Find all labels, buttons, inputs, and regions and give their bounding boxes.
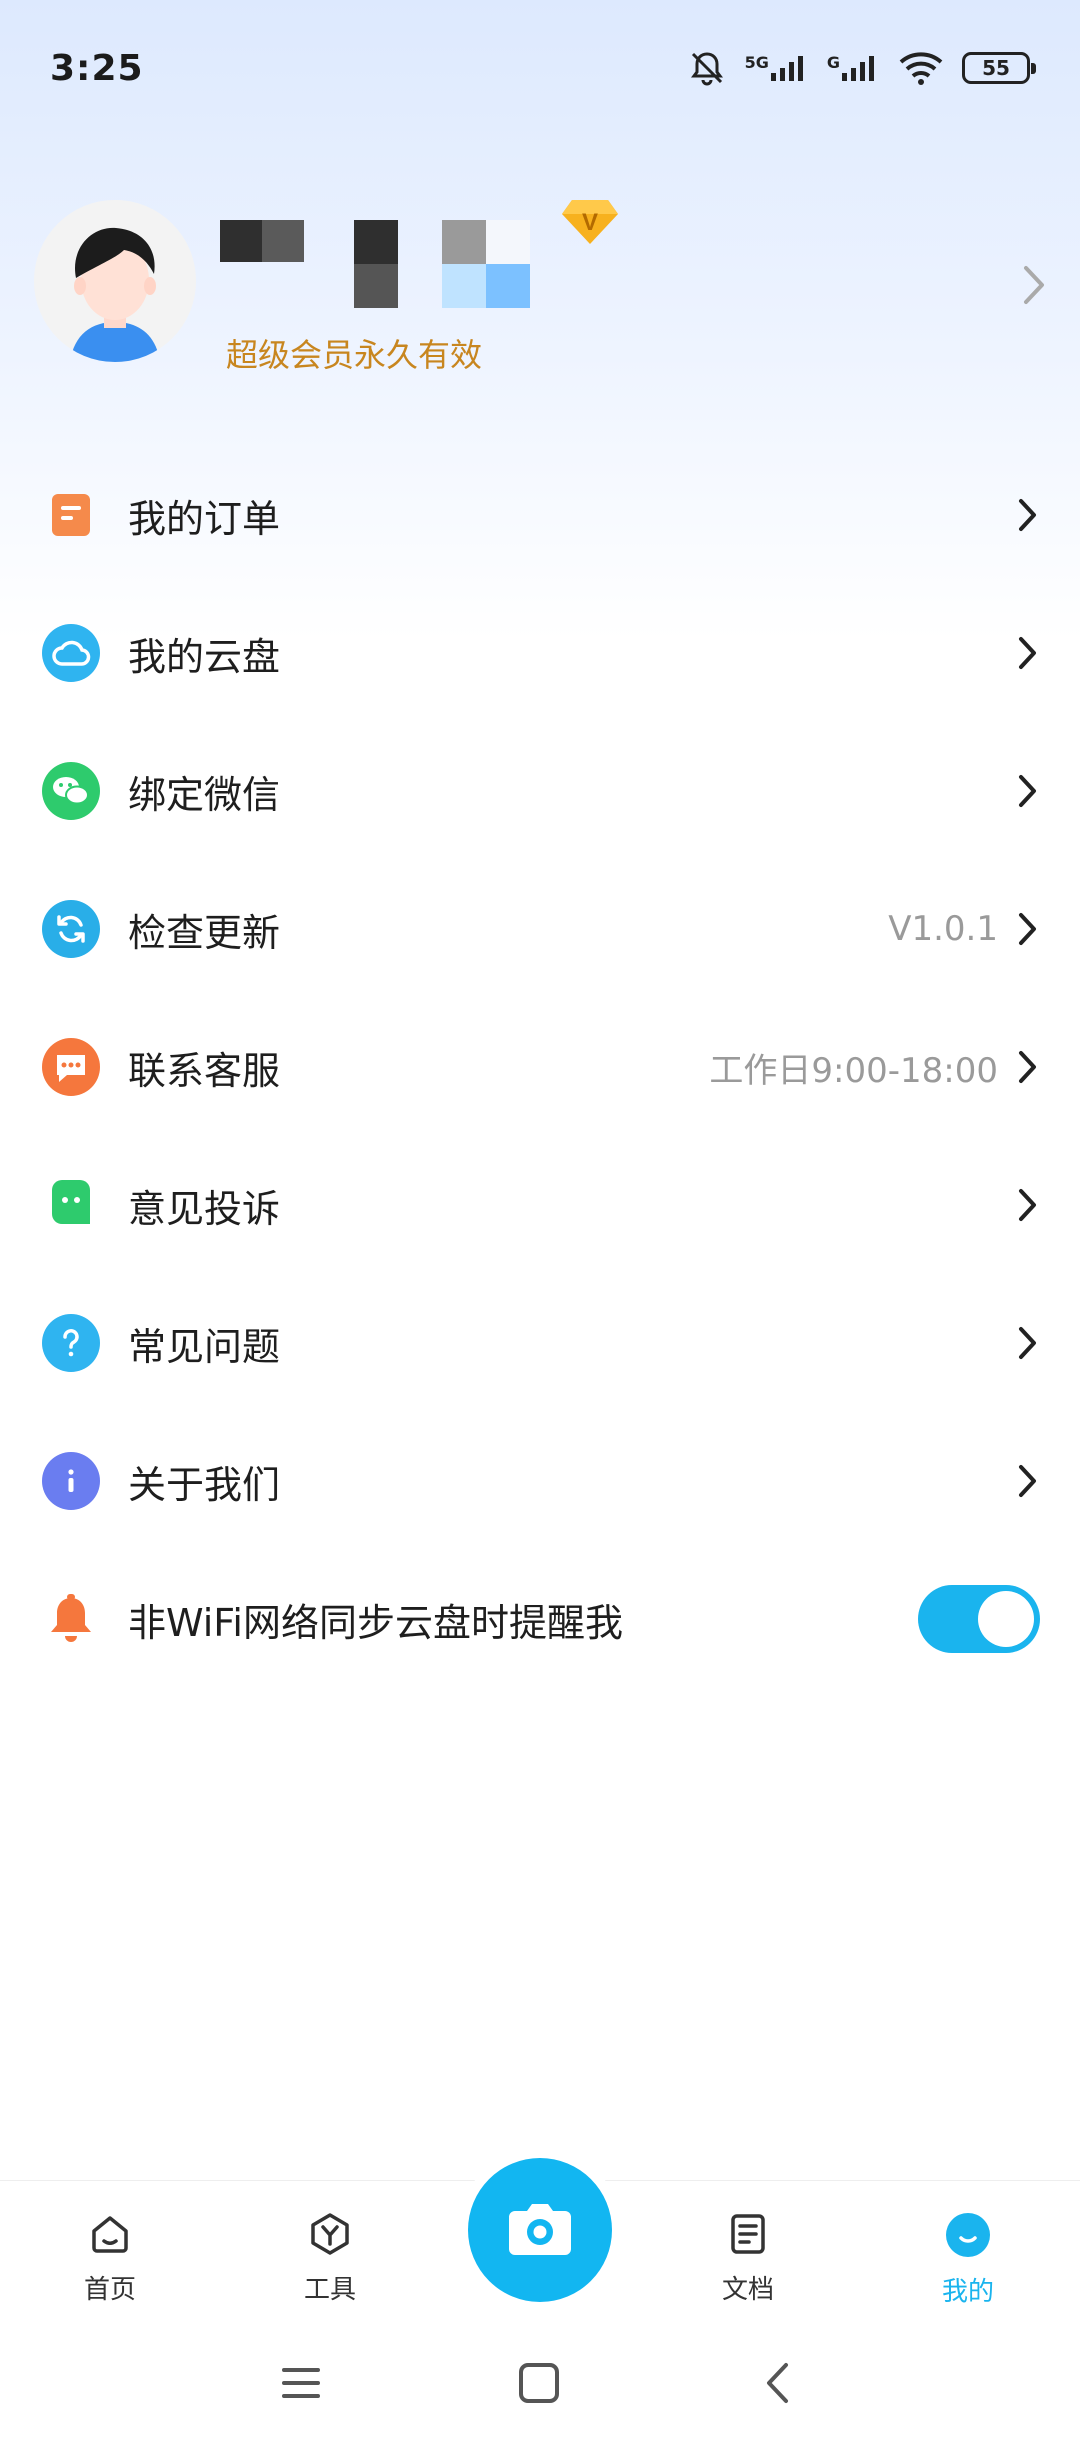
system-nav-bar	[0, 2320, 1080, 2460]
menu-item-cloud[interactable]: 我的云盘	[0, 584, 1080, 722]
menu-item-bind-wechat[interactable]: 绑定微信	[0, 722, 1080, 860]
chevron-right-icon	[1019, 499, 1036, 531]
cloud-icon	[42, 624, 100, 682]
camera-icon	[509, 2204, 571, 2255]
refresh-icon	[42, 900, 100, 958]
camera-scan-button[interactable]	[468, 2158, 612, 2302]
status-time: 3:25	[50, 47, 144, 89]
menu-item-feedback[interactable]: 意见投诉	[0, 1136, 1080, 1274]
nav-profile[interactable]: 我的	[908, 2211, 1028, 2308]
menu-item-label: 联系客服	[128, 1048, 281, 1093]
nav-home[interactable]: 首页	[50, 2211, 170, 2306]
wechat-icon	[42, 762, 100, 820]
menu-icon[interactable]	[278, 2360, 324, 2406]
settings-menu: 我的订单 我的云盘 绑定微信 检查更新 V1.0.1 联系客服 工作日9:00-…	[0, 446, 1080, 1688]
order-icon	[42, 486, 100, 544]
menu-item-faq[interactable]: 常见问题	[0, 1274, 1080, 1412]
signal-g-icon: G	[827, 53, 880, 83]
menu-item-label: 我的订单	[128, 496, 281, 541]
nav-tools[interactable]: 工具	[270, 2211, 390, 2306]
menu-item-wifi-reminder: 非WiFi网络同步云盘时提醒我	[0, 1550, 1080, 1688]
home-square-icon[interactable]	[516, 2360, 562, 2406]
nav-label: 我的	[941, 2277, 994, 2307]
info-icon	[42, 1452, 100, 1510]
menu-item-label: 我的云盘	[128, 634, 281, 679]
battery-icon: 55	[962, 52, 1036, 84]
nav-label: 工具	[303, 2275, 356, 2305]
menu-item-label: 常见问题	[128, 1324, 281, 1369]
avatar[interactable]	[34, 200, 196, 362]
nav-label: 首页	[83, 2275, 136, 2305]
nav-label: 文档	[721, 2275, 774, 2305]
menu-item-label: 关于我们	[128, 1462, 281, 1507]
menu-item-about[interactable]: 关于我们	[0, 1412, 1080, 1550]
chevron-right-icon[interactable]	[1020, 260, 1050, 310]
question-icon	[42, 1314, 100, 1372]
bell-icon	[42, 1590, 100, 1648]
menu-item-customer-service[interactable]: 联系客服 工作日9:00-18:00	[0, 998, 1080, 1136]
vip-badge-icon: V	[562, 196, 618, 246]
mute-bell-icon	[687, 48, 727, 88]
signal-5g-icon: 5G	[745, 53, 809, 83]
nav-documents[interactable]: 文档	[688, 2211, 808, 2306]
service-hours: 工作日9:00-18:00	[709, 1050, 998, 1091]
wifi-sync-reminder-toggle[interactable]	[918, 1585, 1040, 1653]
menu-item-label: 检查更新	[128, 910, 281, 955]
chevron-right-icon	[1019, 913, 1036, 945]
avatar-illustration	[34, 200, 196, 362]
feedback-icon	[42, 1176, 100, 1234]
chevron-right-icon	[1019, 1327, 1036, 1359]
battery-level: 55	[982, 56, 1010, 80]
menu-item-label: 意见投诉	[128, 1186, 281, 1231]
menu-item-orders[interactable]: 我的订单	[0, 446, 1080, 584]
vip-badge-letter: V	[582, 209, 598, 236]
chevron-right-icon	[1019, 1465, 1036, 1497]
profile-icon	[946, 2213, 990, 2257]
tools-icon	[311, 2213, 349, 2255]
username-pixelated	[220, 220, 540, 310]
menu-item-label: 非WiFi网络同步云盘时提醒我	[128, 1600, 623, 1645]
home-icon	[92, 2216, 128, 2253]
toggle-knob	[978, 1591, 1034, 1647]
member-status: 超级会员永久有效	[226, 336, 483, 374]
chevron-right-icon	[1019, 1189, 1036, 1221]
chevron-right-icon	[1019, 637, 1036, 669]
network-g-label: G	[826, 53, 840, 72]
network-5g-label: 5G	[744, 53, 769, 72]
menu-item-label: 绑定微信	[128, 772, 281, 817]
chevron-right-icon	[1019, 1051, 1036, 1083]
back-icon[interactable]	[756, 2360, 802, 2406]
app-version: V1.0.1	[888, 909, 998, 949]
wifi-icon	[898, 50, 944, 86]
chevron-right-icon	[1019, 775, 1036, 807]
status-bar: 3:25 5G G 55	[0, 0, 1080, 136]
profile-card[interactable]: V 超级会员永久有效	[0, 190, 1080, 380]
menu-item-check-update[interactable]: 检查更新 V1.0.1	[0, 860, 1080, 998]
chat-icon	[42, 1038, 100, 1096]
status-icons: 5G G 55	[687, 48, 1036, 88]
document-icon	[731, 2214, 765, 2254]
